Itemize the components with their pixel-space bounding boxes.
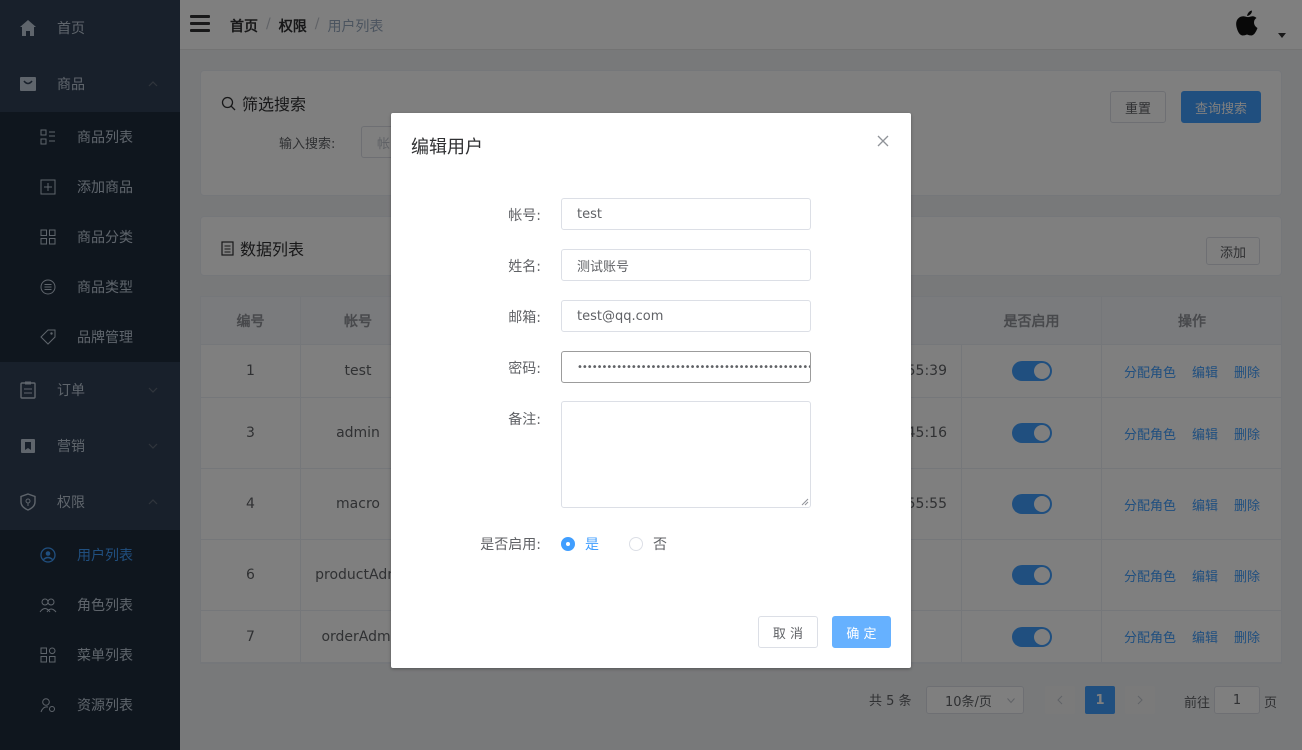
note-label: 备注: (508, 412, 541, 428)
edit-user-dialog: 编辑用户 帐号: test 姓名: 测试账号 邮箱: test@qq.com 密… (391, 113, 911, 668)
close-icon[interactable] (877, 135, 889, 147)
enabled-yes-radio[interactable]: 是 (561, 534, 599, 554)
password-label: 密码: (508, 361, 541, 377)
radio-label: 是 (585, 537, 599, 553)
enabled-no-radio[interactable]: 否 (629, 534, 667, 554)
name-input[interactable]: 测试账号 (561, 249, 811, 281)
radio-checked-icon (561, 537, 575, 551)
confirm-button[interactable]: 确 定 (832, 616, 891, 648)
dialog-title: 编辑用户 (411, 137, 483, 158)
radio-unchecked-icon (629, 537, 643, 551)
radio-label: 否 (653, 537, 667, 553)
cancel-button[interactable]: 取 消 (758, 616, 818, 648)
password-input[interactable]: ••••••••••••••••••••••••••••••••••••••••… (561, 351, 811, 383)
enabled-label: 是否启用: (480, 537, 541, 553)
email-label: 邮箱: (508, 310, 541, 326)
email-input[interactable]: test@qq.com (561, 300, 811, 332)
note-textarea[interactable] (561, 401, 811, 508)
account-label: 帐号: (508, 208, 541, 224)
name-label: 姓名: (508, 259, 541, 275)
resize-handle-icon[interactable] (801, 498, 809, 506)
account-input[interactable]: test (561, 198, 811, 230)
